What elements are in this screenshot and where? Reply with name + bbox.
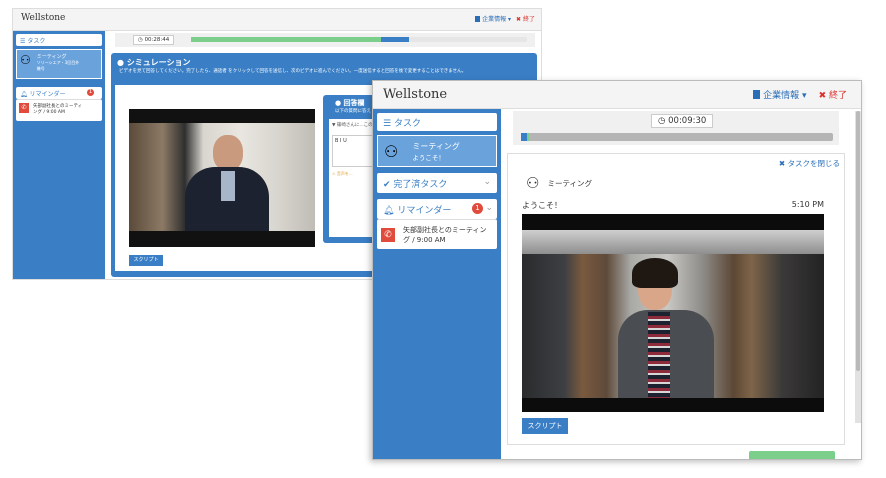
format-toolbar[interactable]: B I U	[335, 138, 347, 144]
front-window: Wellstone 企業情報 ▾ ✖ 終了 ☰ タスク ⚇ ミーティング ようこ…	[372, 80, 862, 460]
bell-icon: 🔔︎	[383, 206, 395, 216]
people-icon: ⚇	[20, 53, 31, 67]
scrollbar[interactable]	[855, 111, 861, 423]
front-status-bar: ◷ 00:09:30	[513, 111, 839, 145]
front-task-header: ☰ タスク	[377, 113, 497, 131]
speaker-shirt	[221, 171, 235, 201]
front-task-sub: ようこそ！	[412, 153, 445, 162]
back-task-title: ミーティング	[36, 54, 67, 60]
people-icon: ⚇	[526, 174, 540, 192]
front-video-player[interactable]	[522, 214, 824, 412]
back-status-bar: ◷ 00:28:44	[115, 33, 535, 47]
speaker-shirt	[648, 312, 670, 398]
brand-logo: Wellstone	[21, 13, 66, 23]
comment-icon: ●	[117, 58, 124, 67]
people-icon: ⚇	[384, 141, 399, 161]
chevron-down-icon: ⌄	[483, 177, 491, 187]
close-x-icon: ✖	[818, 91, 827, 101]
close-x-icon: ✖	[516, 16, 522, 23]
back-task-header: ☰ タスク	[16, 34, 102, 46]
bell-icon: 🔔︎	[20, 91, 28, 98]
front-reminder-header[interactable]: 🔔︎ リマインダー 1 ⌄	[377, 199, 497, 219]
clock-icon: ◷	[658, 116, 666, 126]
building-icon	[753, 90, 761, 99]
back-task-item[interactable]: ⚇ ミーティング ソリーシエア・3回目外機号	[16, 49, 102, 79]
list-icon: ☰	[383, 119, 392, 129]
front-main-card: ✖ タスクを閉じる ⚇ ミーティング ようこそ！ 5:10 PM スクリプト	[507, 153, 845, 445]
scrollbar-thumb[interactable]	[856, 111, 860, 371]
company-info-menu[interactable]: 企業情報 ▾	[753, 88, 807, 101]
back-video-player[interactable]	[129, 109, 315, 247]
reminder-count-badge: 1	[87, 89, 94, 96]
back-task-sub: ソリーシエア・3回目外機号	[36, 60, 80, 71]
submit-button[interactable]	[749, 451, 835, 459]
back-reminder-header[interactable]: 🔔︎ リマインダー 1	[16, 87, 102, 99]
back-topbar: Wellstone 企業情報 ▾ ✖ 終了	[13, 9, 541, 31]
end-button[interactable]: ✖ 終了	[819, 88, 847, 101]
clock-icon: ◷	[138, 37, 143, 43]
speaker-head	[213, 135, 243, 171]
front-timer: ◷ 00:09:30	[651, 114, 714, 128]
reminder-count-badge: 1	[472, 203, 483, 214]
front-menu: 企業情報 ▾ ✖ 終了	[753, 88, 847, 101]
front-progress-bar	[521, 133, 833, 141]
completed-tasks-header[interactable]: ✔ 完了済タスク ⌄	[377, 173, 497, 193]
front-sidebar: ☰ タスク ⚇ ミーティング ようこそ！ ✔ 完了済タスク ⌄ 🔔︎ リマインダ…	[373, 109, 501, 459]
front-script-button[interactable]: スクリプト	[522, 418, 568, 434]
sim-title: ● シミュレーション	[117, 58, 191, 67]
sim-description: ビデオを見て回答してください。完了したら、通話者 をクリックして回答を送信し、次…	[119, 69, 467, 74]
close-task-link[interactable]: ✖ タスクを閉じる	[779, 158, 840, 169]
back-sidebar: ☰ タスク ⚇ ミーティング ソリーシエア・3回目外機号 🔔︎ リマインダー 1…	[13, 31, 105, 279]
back-progress-current	[381, 37, 409, 42]
back-progress-bar	[191, 37, 527, 42]
front-task-item[interactable]: ⚇ ミーティング ようこそ！	[377, 135, 497, 167]
back-timer: ◷ 00:28:44	[133, 35, 175, 45]
phone-icon: ✆	[19, 103, 29, 113]
meeting-header: ⚇ ミーティング	[526, 174, 593, 192]
front-task-title: ミーティング	[412, 141, 460, 151]
back-script-button[interactable]: スクリプト	[129, 255, 163, 266]
company-info-menu[interactable]: 企業情報 ▾	[475, 14, 511, 23]
brand-logo: Wellstone	[383, 87, 448, 102]
welcome-text: ようこそ！	[522, 201, 562, 210]
front-topbar: Wellstone 企業情報 ▾ ✖ 終了	[373, 81, 861, 109]
back-menu: 企業情報 ▾ ✖ 終了	[475, 14, 535, 23]
list-icon: ☰	[20, 38, 26, 45]
phone-icon: ✆	[381, 227, 395, 242]
office-ceiling	[522, 230, 824, 254]
back-progress-done	[191, 37, 381, 42]
front-progress-done	[521, 133, 529, 141]
close-x-icon: ✖	[778, 159, 786, 168]
comment-icon: ●	[335, 99, 342, 107]
building-icon	[475, 16, 481, 22]
front-reminder-item[interactable]: ✆ 矢部副社長とのミーティング / 9:00 AM	[377, 219, 497, 249]
speaker-hair	[632, 258, 678, 288]
chevron-down-icon: ⌄	[485, 203, 493, 213]
end-button[interactable]: ✖ 終了	[516, 14, 535, 23]
back-reminder-item[interactable]: ✆ 矢部副社長とのミーティング / 9:00 AM	[16, 99, 102, 121]
check-icon: ✔	[383, 180, 391, 190]
message-time: 5:10 PM	[791, 200, 824, 209]
